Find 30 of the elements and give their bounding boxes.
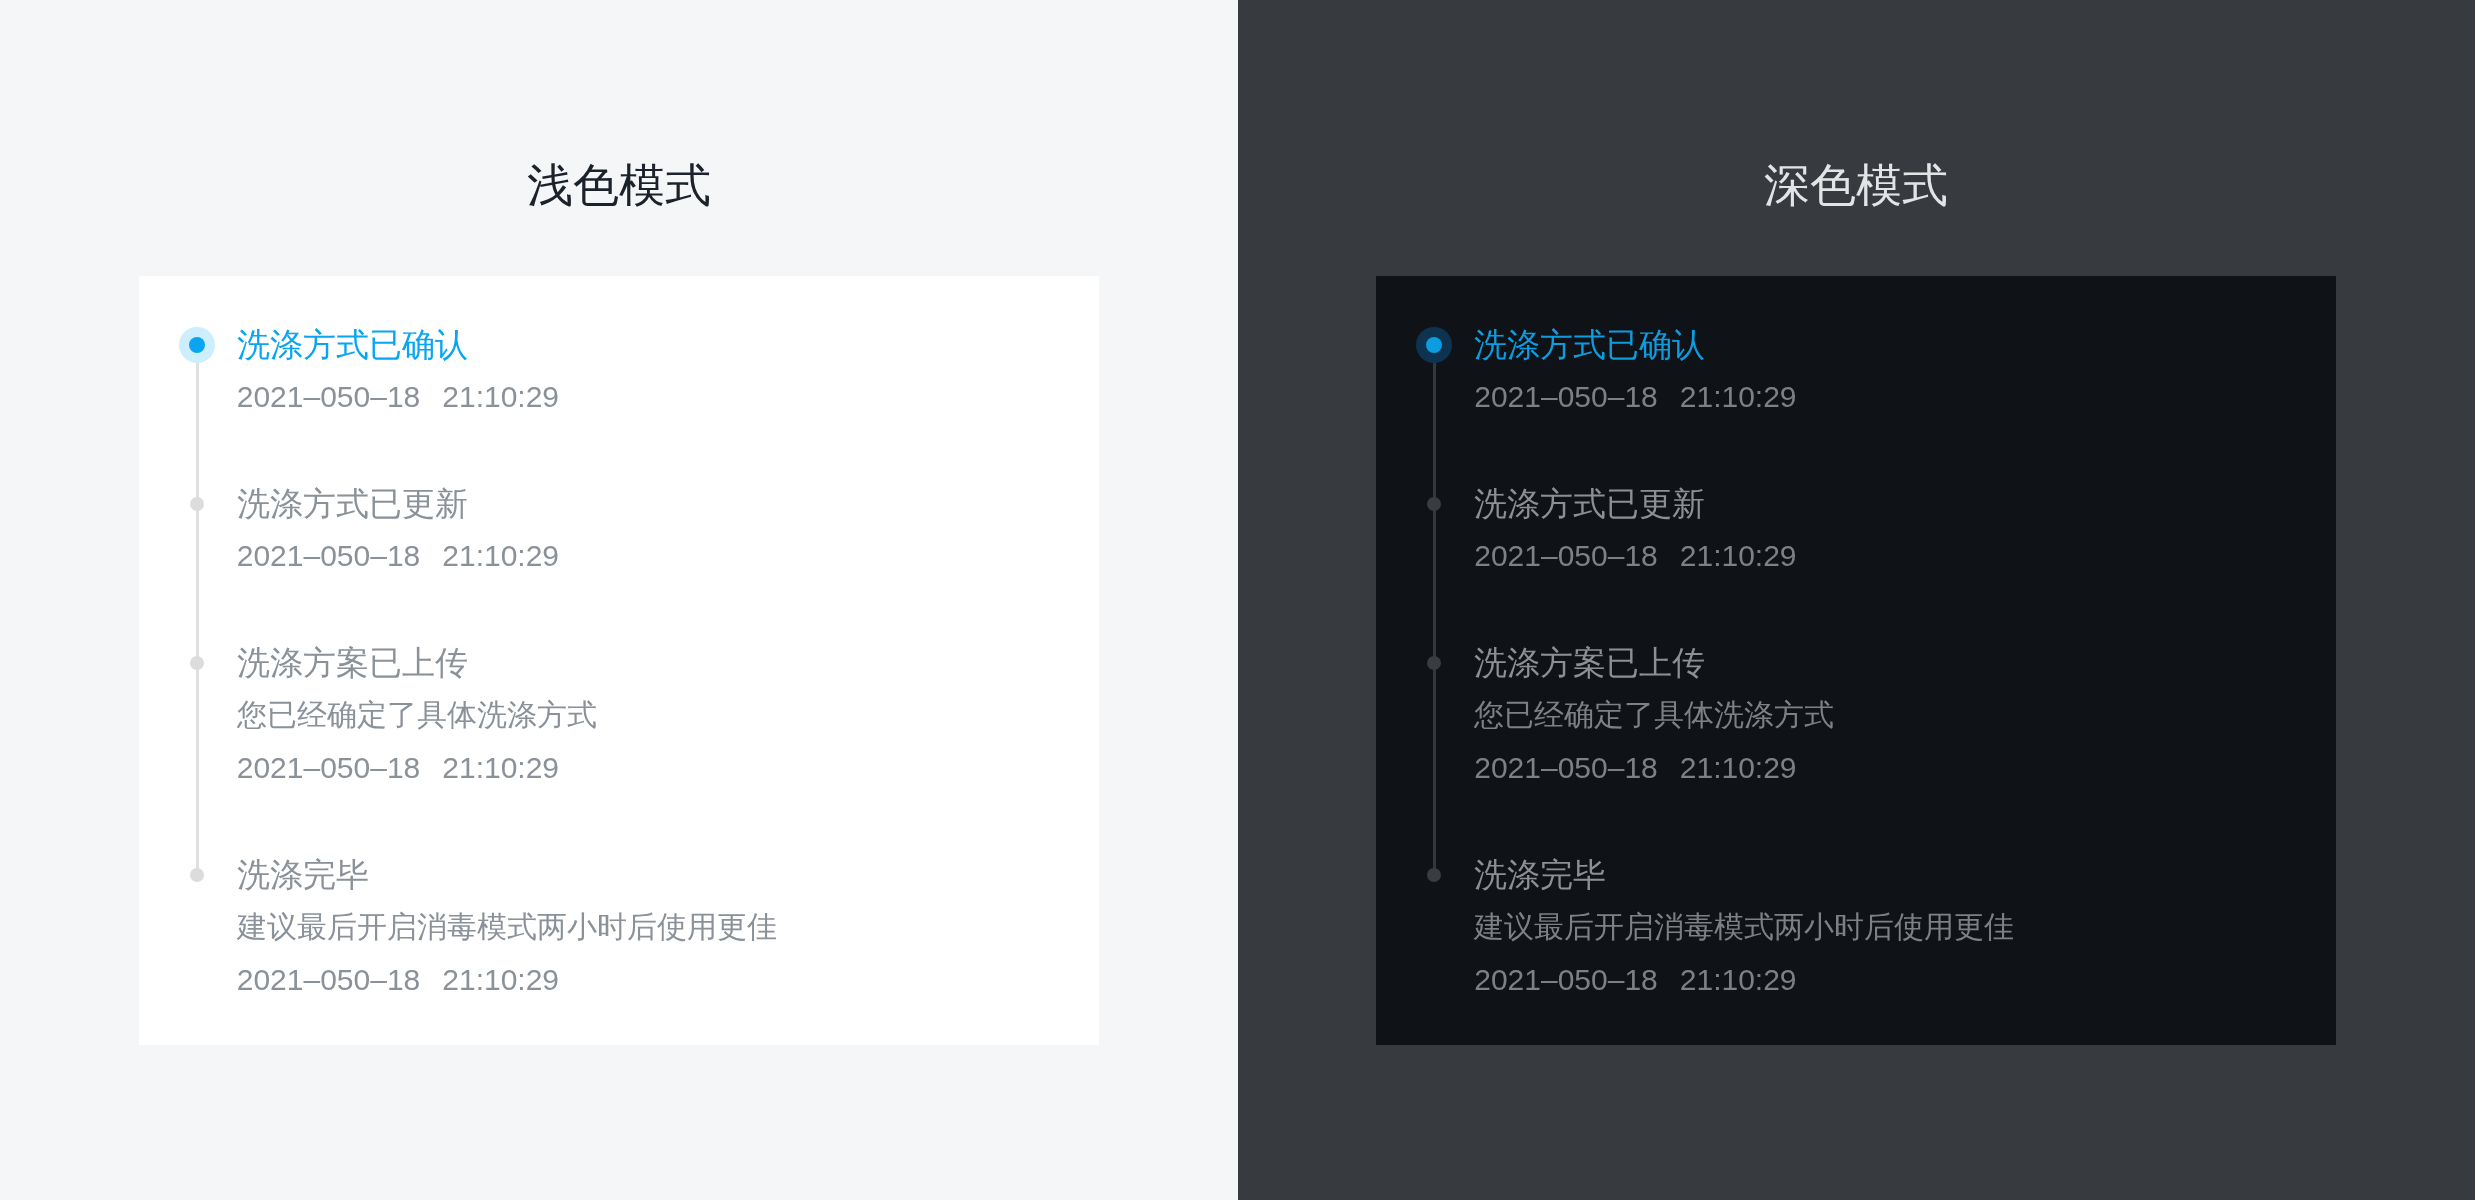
event-date: 2021–050–18 xyxy=(1474,962,1658,998)
event-title: 洗涤方式已确认 xyxy=(236,325,469,365)
event-title: 洗涤方式已更新 xyxy=(236,484,469,524)
event-date: 2021–050–18 xyxy=(236,962,421,998)
event-title: 洗涤完毕 xyxy=(1474,855,1608,895)
event-description: 您已经确定了具体洗涤方式 xyxy=(1474,697,1835,733)
event-description: 建议最后开启消毒模式两小时后使用更佳 xyxy=(1474,909,2015,945)
event-date: 2021–050–18 xyxy=(1474,538,1658,574)
event-title: 洗涤方式已确认 xyxy=(1474,325,1707,365)
event-date: 2021–050–18 xyxy=(1474,750,1658,786)
event-title: 洗涤完毕 xyxy=(236,855,370,895)
event-title: 洗涤方案已上传 xyxy=(1474,643,1707,683)
event-time: 21:10:29 xyxy=(442,379,560,415)
event-time: 21:10:29 xyxy=(1679,538,1797,574)
event-time: 21:10:29 xyxy=(442,750,560,786)
event-date: 2021–050–18 xyxy=(236,750,421,786)
event-date: 2021–050–18 xyxy=(1474,379,1658,415)
event-time: 21:10:29 xyxy=(442,538,560,574)
event-description: 建议最后开启消毒模式两小时后使用更佳 xyxy=(236,909,777,945)
event-title: 洗涤方案已上传 xyxy=(236,643,469,683)
panel-title: 浅色模式 xyxy=(526,162,711,208)
event-description: 您已经确定了具体洗涤方式 xyxy=(236,697,597,733)
event-time: 21:10:29 xyxy=(442,962,560,998)
event-date: 2021–050–18 xyxy=(236,538,421,574)
event-time: 21:10:29 xyxy=(1679,962,1797,998)
event-time: 21:10:29 xyxy=(1679,379,1797,415)
event-title: 洗涤方式已更新 xyxy=(1474,484,1707,524)
event-time: 21:10:29 xyxy=(1679,750,1797,786)
event-date: 2021–050–18 xyxy=(236,379,421,415)
panel-title: 深色模式 xyxy=(1764,162,1949,208)
